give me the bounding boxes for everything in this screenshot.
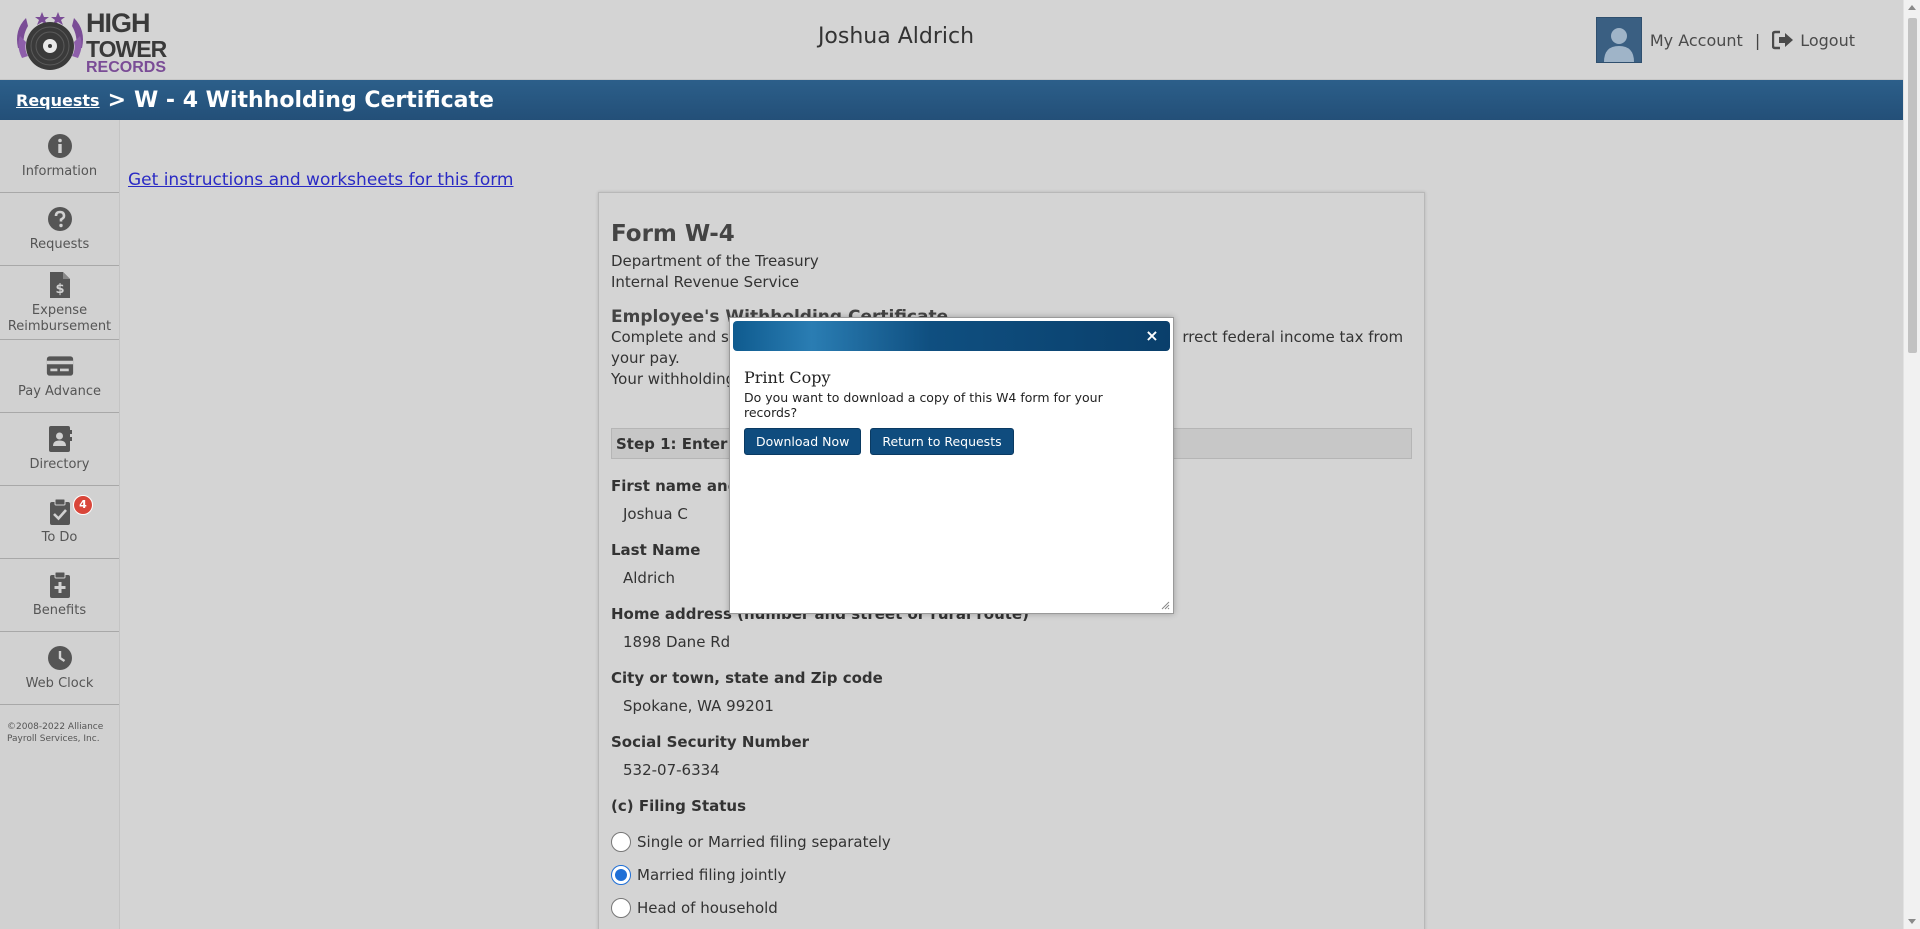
header-separator: |	[1754, 30, 1761, 50]
sidebar-item-web-clock[interactable]: Web Clock	[0, 632, 119, 705]
clock-icon	[46, 644, 74, 672]
sidebar-item-label: To Do	[41, 530, 78, 545]
breadcrumb-requests[interactable]: Requests	[16, 91, 100, 110]
scroll-up-icon[interactable]	[1908, 5, 1916, 10]
sidebar-nav: Information Requests $ Expense Reimburse…	[0, 120, 120, 929]
filing-option-label: Married filing jointly	[637, 866, 787, 884]
copyright-notice: ©2008-2022 Alliance Payroll Services, In…	[7, 722, 104, 744]
city-state-zip-label: City or town, state and Zip code	[611, 669, 883, 687]
form-agency: Internal Revenue Service	[611, 273, 800, 291]
filing-status-label: (c) Filing Status	[611, 797, 747, 815]
clipboard-plus-icon	[46, 571, 74, 599]
todo-count-badge: 4	[73, 495, 93, 515]
filing-option-married-jointly[interactable]: Married filing jointly	[611, 865, 1412, 885]
filing-option-label: Head of household	[637, 899, 778, 917]
receipt-dollar-icon: $	[46, 271, 74, 299]
top-header: HIGH TOWER RECORDS Joshua Aldrich My Acc…	[0, 0, 1903, 80]
scroll-down-icon[interactable]	[1908, 919, 1916, 924]
home-address-value: 1898 Dane Rd	[623, 633, 731, 651]
scrollbar-thumb[interactable]	[1908, 18, 1917, 353]
page-scrollbar[interactable]	[1903, 0, 1920, 929]
ssn-label: Social Security Number	[611, 733, 810, 751]
sidebar-item-requests[interactable]: Requests	[0, 193, 119, 266]
sidebar-item-information[interactable]: Information	[0, 120, 119, 193]
sidebar-item-to-do[interactable]: 4 To Do	[0, 486, 119, 559]
form-description-left: Complete and su	[611, 328, 739, 346]
instructions-link[interactable]: Get instructions and worksheets for this…	[128, 170, 514, 190]
print-copy-dialog: × Print Copy Do you want to download a c…	[729, 317, 1174, 614]
radio-single[interactable]	[611, 832, 631, 852]
sidebar-item-label: Web Clock	[25, 676, 94, 691]
sidebar-item-label: Pay Advance	[17, 384, 101, 399]
page-title: W - 4 Withholding Certificate	[134, 87, 494, 113]
ssn-value: 532-07-6334	[623, 761, 720, 779]
sidebar-item-pay-advance[interactable]: Pay Advance	[0, 340, 119, 413]
sidebar-item-label: Benefits	[32, 603, 87, 618]
filing-option-label: Single or Married filing separately	[637, 833, 891, 851]
logout-label: Logout	[1800, 30, 1855, 50]
clipboard-check-icon	[46, 498, 74, 526]
sidebar-item-expense-reimbursement[interactable]: $ Expense Reimbursement	[0, 266, 119, 340]
radio-married-jointly[interactable]	[611, 865, 631, 885]
return-to-requests-button[interactable]: Return to Requests	[870, 428, 1014, 455]
user-silhouette-icon	[1603, 28, 1634, 62]
radio-head-of-household[interactable]	[611, 898, 631, 918]
dialog-buttons: Download Now Return to Requests	[744, 428, 1159, 455]
svg-text:$: $	[55, 282, 64, 297]
info-icon	[46, 132, 74, 160]
form-title: Form W-4	[611, 221, 735, 247]
contact-book-icon	[46, 425, 74, 453]
filing-option-single[interactable]: Single or Married filing separately	[611, 832, 1412, 852]
dialog-title: Print Copy	[744, 368, 831, 387]
download-now-button[interactable]: Download Now	[744, 428, 862, 455]
question-icon	[46, 205, 74, 233]
my-account-link[interactable]: My Account	[1650, 31, 1743, 50]
sidebar-item-label: Expense Reimbursement	[7, 302, 112, 334]
logout-icon	[1772, 30, 1794, 50]
account-controls: My Account | Logout	[1595, 17, 1855, 63]
sidebar-item-label: Directory	[29, 457, 90, 472]
close-icon[interactable]: ×	[1144, 326, 1160, 345]
form-description-right: rrect federal income tax from	[1182, 328, 1404, 346]
sidebar-item-directory[interactable]: Directory	[0, 413, 119, 486]
city-state-zip-value: Spokane, WA 99201	[623, 697, 774, 715]
logout-link[interactable]: Logout	[1772, 30, 1855, 50]
filing-option-head-of-household[interactable]: Head of household	[611, 898, 1412, 918]
resize-handle-icon[interactable]	[1160, 600, 1170, 610]
credit-card-icon	[46, 352, 74, 380]
current-user-name: Joshua Aldrich	[817, 24, 975, 49]
sidebar-item-benefits[interactable]: Benefits	[0, 559, 119, 632]
logo-line-3: RECORDS	[86, 59, 167, 76]
dialog-titlebar[interactable]: ×	[733, 321, 1170, 351]
dialog-body: Print Copy Do you want to download a cop…	[730, 354, 1173, 455]
breadcrumb-separator: >	[107, 87, 126, 113]
dialog-message: Do you want to download a copy of this W…	[744, 390, 1103, 420]
page-title-bar: Requests > W - 4 Withholding Certificate	[0, 80, 1903, 120]
sidebar-item-label: Requests	[29, 237, 90, 252]
avatar[interactable]	[1595, 17, 1642, 63]
sidebar-item-label: Information	[21, 164, 98, 179]
form-department: Department of the Treasury	[611, 252, 819, 270]
